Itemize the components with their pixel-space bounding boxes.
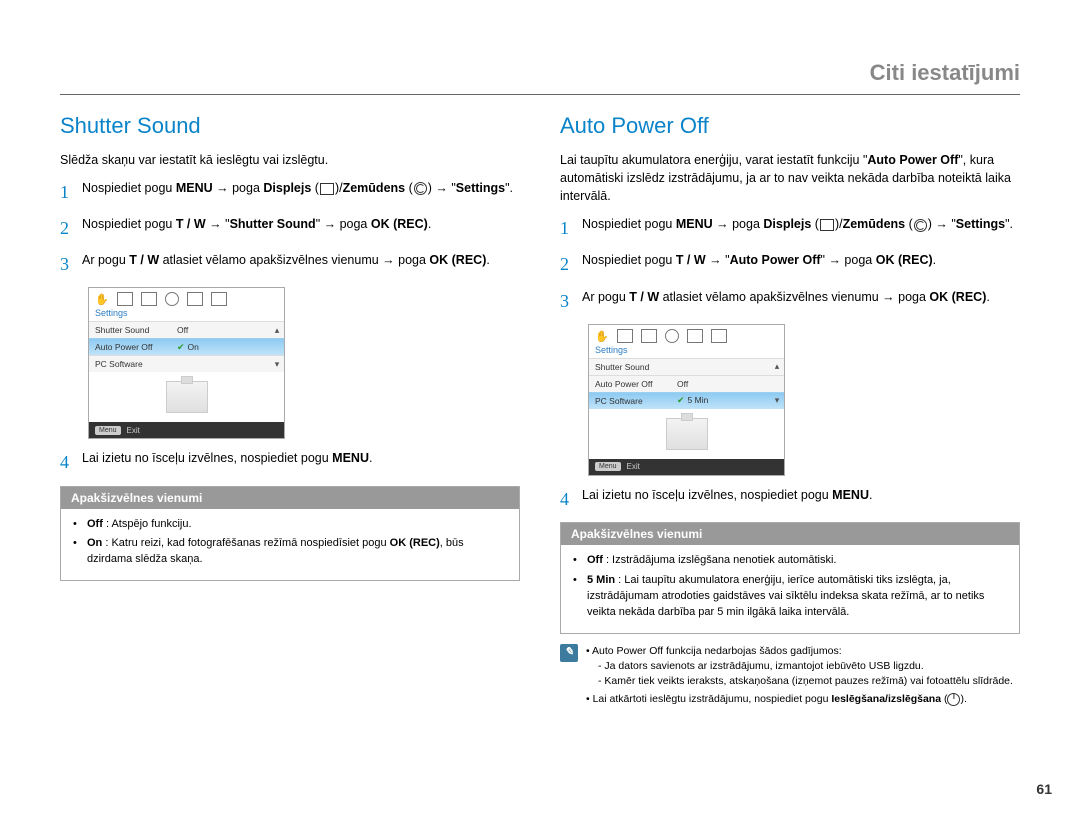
down-arrow-icon: ▾ bbox=[770, 395, 784, 406]
check-icon: ✔ bbox=[677, 395, 685, 405]
step-number: 1 bbox=[560, 215, 582, 241]
grid-icon bbox=[211, 292, 227, 306]
step-number: 2 bbox=[560, 251, 582, 277]
grid-icon bbox=[711, 329, 727, 343]
right-column: Auto Power Off Lai taupītu akumulatora e… bbox=[560, 113, 1020, 710]
note-item: Auto Power Off funkcija nedarbojas šādos… bbox=[586, 644, 1013, 690]
hand-icon bbox=[595, 330, 609, 342]
step-1: 1 Nospiediet pogu MENU → poga Displejs (… bbox=[60, 179, 520, 205]
camera-menu-graphic: Settings Shutter Sound ▴ Auto Power Off … bbox=[588, 324, 785, 476]
step-3: 3 Ar pogu T / W atlasiet vēlamo apakšizv… bbox=[560, 288, 1020, 314]
hand-icon bbox=[95, 293, 109, 305]
step-number: 4 bbox=[560, 486, 582, 512]
menu-icon-row bbox=[89, 288, 284, 308]
menu-row-selected: PC Software ✔5 Min ▾ bbox=[589, 392, 784, 409]
tool-icon bbox=[687, 329, 703, 343]
tool-icon bbox=[187, 292, 203, 306]
steps-list: 1 Nospiediet pogu MENU → poga Displejs (… bbox=[60, 179, 520, 277]
menu-row: Shutter Sound ▴ bbox=[589, 358, 784, 375]
step-2: 2 Nospiediet pogu T / W → "Shutter Sound… bbox=[60, 215, 520, 241]
section-title-apo: Auto Power Off bbox=[560, 113, 1020, 139]
steps-list-cont: 4 Lai izietu no īsceļu izvēlnes, nospied… bbox=[560, 486, 1020, 512]
menu-row: Auto Power Off Off bbox=[589, 375, 784, 392]
note-body: Auto Power Off funkcija nedarbojas šādos… bbox=[586, 644, 1013, 711]
submenu-box: Apakšizvēlnes vienumi Off : Atspējo funk… bbox=[60, 486, 520, 582]
list-item: On : Katru reizi, kad fotografēšanas rež… bbox=[73, 536, 507, 568]
step-number: 3 bbox=[560, 288, 582, 314]
settings-label: Settings bbox=[89, 308, 284, 321]
step-4: 4 Lai izietu no īsceļu izvēlnes, nospied… bbox=[560, 486, 1020, 512]
submenu-list: Off : Atspējo funkciju. On : Katru reizi… bbox=[73, 517, 507, 569]
power-icon bbox=[947, 693, 960, 706]
steps-list-cont: 4 Lai izietu no īsceļu izvēlnes, nospied… bbox=[60, 449, 520, 475]
intro-text: Lai taupītu akumulatora enerģiju, varat … bbox=[560, 151, 1020, 205]
up-arrow-icon: ▴ bbox=[770, 361, 784, 372]
step-number: 2 bbox=[60, 215, 82, 241]
list-item: 5 Min : Lai taupītu akumulatora enerģiju… bbox=[573, 573, 1007, 621]
rect-icon bbox=[141, 292, 157, 306]
page-number: 61 bbox=[1036, 781, 1052, 797]
page-header: Citi iestatījumi bbox=[60, 60, 1020, 95]
list-item: Off : Atspējo funkciju. bbox=[73, 517, 507, 533]
underwater-icon bbox=[414, 182, 427, 195]
step-3: 3 Ar pogu T / W atlasiet vēlamo apakšizv… bbox=[60, 251, 520, 277]
rect-icon bbox=[641, 329, 657, 343]
section-title-shutter: Shutter Sound bbox=[60, 113, 520, 139]
menu-row-selected: Auto Power Off ✔On bbox=[89, 338, 284, 355]
camera-thumb-icon bbox=[666, 418, 708, 450]
menu-row: PC Software ▾ bbox=[89, 355, 284, 372]
submenu-box: Apakšizvēlnes vienumi Off : Izstrādājuma… bbox=[560, 522, 1020, 634]
menu-row: Shutter Sound Off ▴ bbox=[89, 321, 284, 338]
step-1: 1 Nospiediet pogu MENU → poga Displejs (… bbox=[560, 215, 1020, 241]
submenu-list: Off : Izstrādājuma izslēgšana nenotiek a… bbox=[573, 553, 1007, 621]
settings-label: Settings bbox=[589, 345, 784, 358]
camera-thumb-icon bbox=[166, 381, 208, 413]
up-arrow-icon: ▴ bbox=[270, 325, 284, 336]
step-2: 2 Nospiediet pogu T / W → "Auto Power Of… bbox=[560, 251, 1020, 277]
underwater-icon bbox=[914, 219, 927, 232]
menu-icon-row bbox=[589, 325, 784, 345]
intro-text: Slēdža skaņu var iestatīt kā ieslēgtu va… bbox=[60, 151, 520, 169]
display-icon bbox=[320, 183, 334, 195]
step-number: 3 bbox=[60, 251, 82, 277]
menu-footer: Menu Exit bbox=[89, 422, 284, 438]
note-item: Lai atkārtoti ieslēgtu izstrādājumu, nos… bbox=[586, 692, 1013, 707]
down-arrow-icon: ▾ bbox=[270, 359, 284, 370]
columns: Shutter Sound Slēdža skaņu var iestatīt … bbox=[60, 113, 1020, 710]
menu-footer: Menu Exit bbox=[589, 459, 784, 475]
rect-icon bbox=[117, 292, 133, 306]
rect-icon bbox=[617, 329, 633, 343]
camera-menu-graphic: Settings Shutter Sound Off ▴ Auto Power … bbox=[88, 287, 285, 439]
submenu-title: Apakšizvēlnes vienumi bbox=[61, 487, 519, 509]
info-icon: ✎ bbox=[560, 644, 578, 662]
check-icon: ✔ bbox=[177, 342, 185, 352]
display-icon bbox=[820, 219, 834, 231]
submenu-title: Apakšizvēlnes vienumi bbox=[561, 523, 1019, 545]
menu-badge: Menu bbox=[95, 426, 121, 435]
mode-icon bbox=[665, 329, 679, 343]
manual-page: Citi iestatījumi Shutter Sound Slēdža sk… bbox=[0, 0, 1080, 827]
thumbnail-area bbox=[589, 409, 784, 459]
list-item: Off : Izstrādājuma izslēgšana nenotiek a… bbox=[573, 553, 1007, 569]
menu-badge: Menu bbox=[595, 462, 621, 471]
left-column: Shutter Sound Slēdža skaņu var iestatīt … bbox=[60, 113, 520, 710]
step-4: 4 Lai izietu no īsceļu izvēlnes, nospied… bbox=[60, 449, 520, 475]
steps-list: 1 Nospiediet pogu MENU → poga Displejs (… bbox=[560, 215, 1020, 313]
step-number: 4 bbox=[60, 449, 82, 475]
note-block: ✎ Auto Power Off funkcija nedarbojas šād… bbox=[560, 644, 1020, 711]
thumbnail-area bbox=[89, 372, 284, 422]
step-number: 1 bbox=[60, 179, 82, 205]
mode-icon bbox=[165, 292, 179, 306]
